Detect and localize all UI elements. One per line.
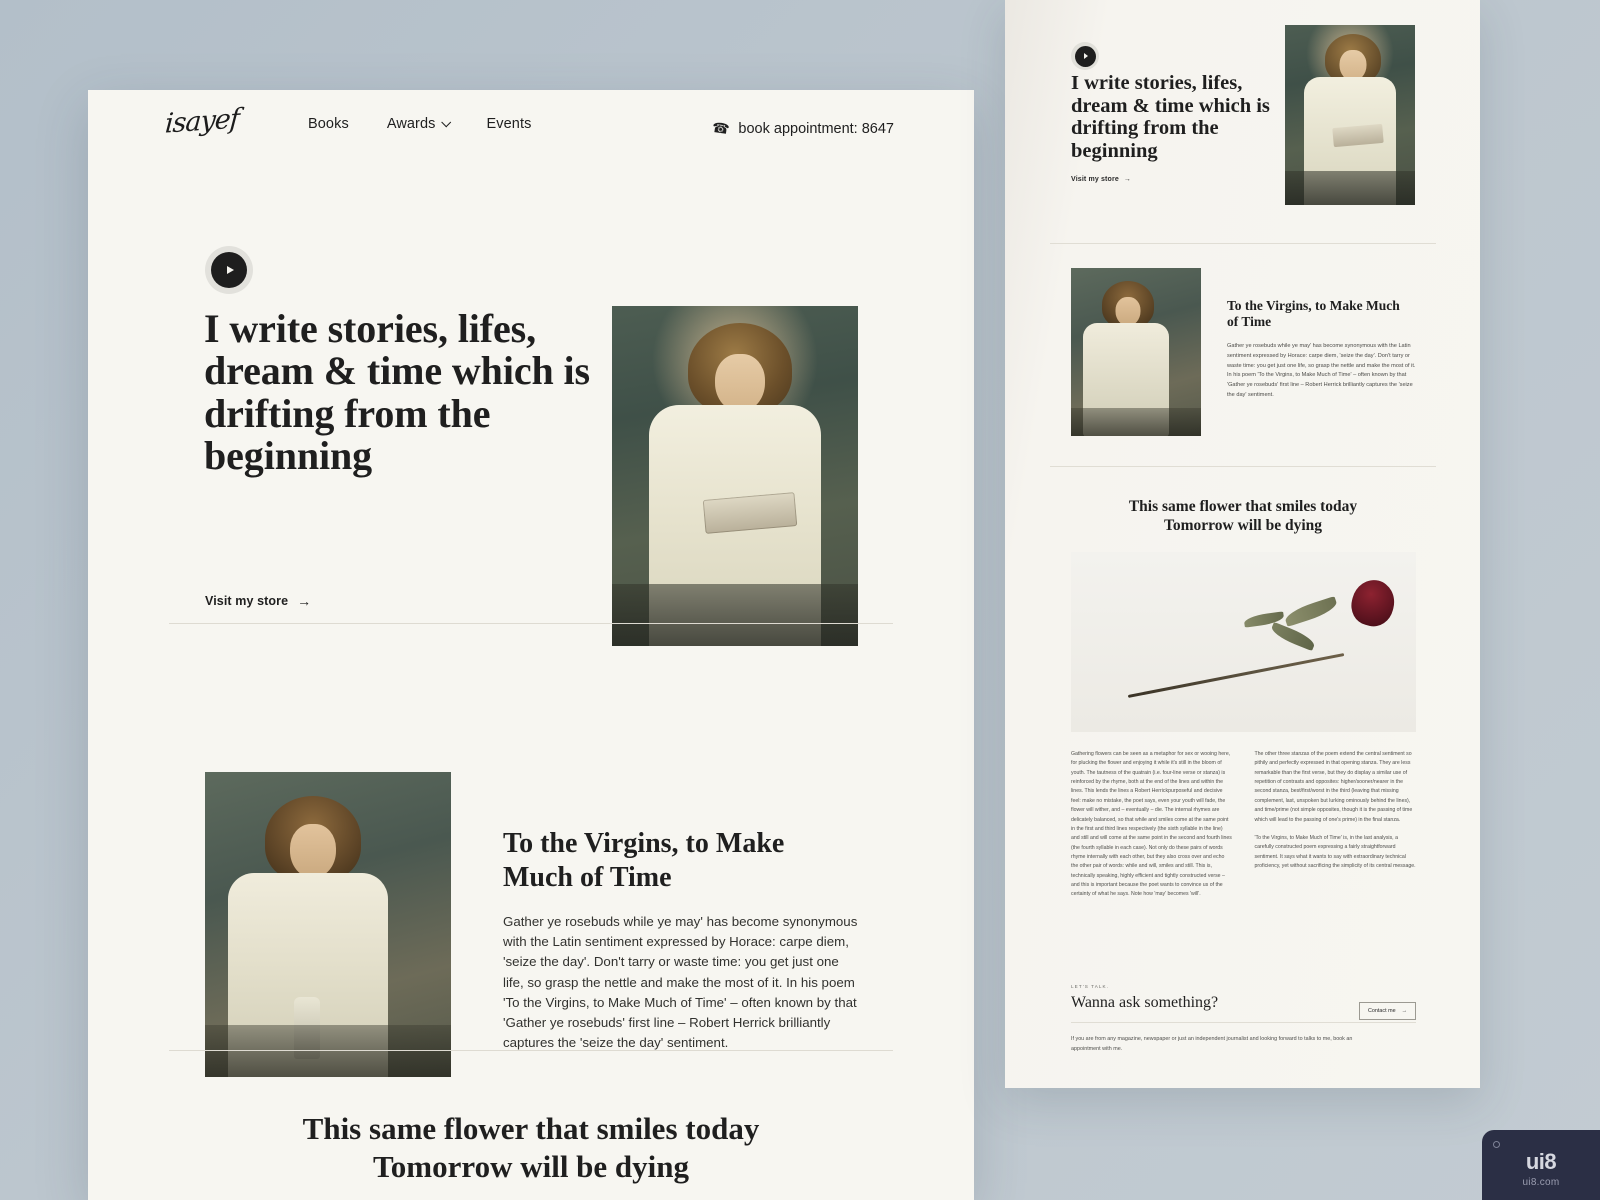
nav-label: Awards bbox=[386, 116, 436, 132]
essay-paragraph: Gathering flowers can be seen as a metap… bbox=[1071, 751, 1232, 898]
hero-image bbox=[612, 306, 858, 646]
flower-heading: This same flower that smiles today Tomor… bbox=[88, 1110, 974, 1186]
virgins-body: Gather ye rosebuds while ye may' has bec… bbox=[503, 914, 858, 1051]
play-button[interactable] bbox=[205, 246, 253, 294]
divider bbox=[169, 1050, 893, 1051]
arrow-right-icon: → bbox=[1123, 176, 1132, 183]
preview-flower-heading: This same flower that smiles today Tomor… bbox=[1050, 497, 1436, 536]
phone-label: book appointment: 8647 bbox=[738, 120, 894, 137]
preview-virgins-body: Gather ye rosebuds while ye may' has bec… bbox=[1227, 343, 1416, 398]
divider bbox=[1050, 466, 1436, 467]
essay-column-right: The other three stanzas of the poem exte… bbox=[1255, 750, 1417, 900]
watermark-logo: ui8 bbox=[1525, 1148, 1557, 1174]
preview-hero-heading: I write stories, lifes, dream & time whi… bbox=[1071, 72, 1270, 162]
site-header: isayef Books Awards Events ☎ book appoin… bbox=[88, 90, 974, 170]
preview-essay-columns: Gathering flowers can be seen as a metap… bbox=[1071, 750, 1416, 900]
preview-hero-image bbox=[1285, 25, 1415, 205]
flower-heading-line1: This same flower that smiles today bbox=[302, 1111, 760, 1146]
divider bbox=[1050, 243, 1436, 244]
divider bbox=[1071, 1022, 1416, 1023]
contact-me-button[interactable]: Contact me → bbox=[1359, 1002, 1416, 1020]
nav-label: Books bbox=[308, 116, 349, 132]
virgins-heading: To the Virgins, to Make Much of Time bbox=[503, 828, 785, 893]
divider bbox=[169, 623, 893, 624]
play-button-small[interactable] bbox=[1071, 42, 1099, 70]
preview-virgins-image bbox=[1071, 268, 1201, 436]
play-icon bbox=[211, 252, 247, 288]
watermark-url: ui8.com bbox=[1522, 1176, 1560, 1188]
desktop-page-preview: isayef Books Awards Events ☎ book appoin… bbox=[88, 90, 974, 1200]
virgins-image bbox=[205, 772, 451, 1077]
visit-store-label: Visit my store bbox=[205, 594, 289, 608]
nav-label: Events bbox=[486, 116, 532, 132]
fullpage-preview: I write stories, lifes, dream & time whi… bbox=[1005, 0, 1480, 1088]
nav-item-awards[interactable]: Awards bbox=[386, 116, 451, 132]
visit-store-link[interactable]: Visit my store → bbox=[205, 593, 311, 609]
phone-icon: ☎ bbox=[710, 118, 731, 138]
contact-body: If you are from any magazine, newspaper … bbox=[1071, 1036, 1353, 1052]
arrow-right-icon: → bbox=[297, 593, 312, 609]
essay-paragraph: The other three stanzas of the poem exte… bbox=[1254, 751, 1413, 823]
flower-heading-line2: Tomorrow will be dying bbox=[1163, 517, 1323, 535]
preview-flower-image bbox=[1071, 552, 1416, 732]
contact-button-label: Contact me bbox=[1368, 1008, 1396, 1014]
flower-heading-line1: This same flower that smiles today bbox=[1128, 498, 1358, 515]
contact-eyebrow: LET'S TALK. bbox=[1071, 984, 1110, 989]
visit-store-label: Visit my store bbox=[1071, 176, 1119, 183]
chevron-down-icon bbox=[440, 116, 451, 127]
book-appointment-link[interactable]: ☎ book appointment: 8647 bbox=[710, 118, 894, 138]
flower-heading-line2: Tomorrow will be dying bbox=[372, 1148, 690, 1184]
nav-item-books[interactable]: Books bbox=[308, 116, 349, 132]
preview-visit-store-link[interactable]: Visit my store → bbox=[1071, 176, 1131, 183]
nav-item-events[interactable]: Events bbox=[487, 116, 532, 132]
essay-column-left: Gathering flowers can be seen as a metap… bbox=[1071, 750, 1233, 900]
hero-heading: I write stories, lifes, dream & time whi… bbox=[204, 306, 591, 479]
main-navigation: Books Awards Events bbox=[308, 116, 531, 132]
play-icon bbox=[1074, 45, 1096, 67]
preview-virgins-heading: To the Virgins, to Make Much of Time bbox=[1227, 298, 1400, 330]
contact-section: LET'S TALK. Wanna ask something? Contact… bbox=[1071, 984, 1416, 1054]
essay-paragraph: 'To the Virgins, to Make Much of Time' i… bbox=[1254, 834, 1416, 869]
arrow-right-icon: → bbox=[1401, 1008, 1407, 1014]
brand-logo[interactable]: isayef bbox=[164, 103, 240, 139]
ui8-watermark-badge: ui8 ui8.com bbox=[1482, 1130, 1600, 1200]
circle-icon bbox=[1493, 1141, 1500, 1148]
design-canvas: isayef Books Awards Events ☎ book appoin… bbox=[0, 0, 1600, 1200]
